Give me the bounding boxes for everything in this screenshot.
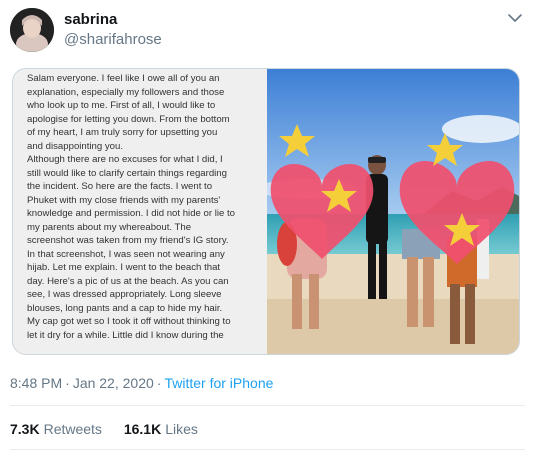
statement-line: knowledge and permission. I did not hide… (27, 208, 235, 219)
statement-line: let it dry for a while. Little did I kno… (27, 329, 224, 341)
statement-line: apologise for letting you down. From the… (27, 113, 230, 125)
statement-line: my parents about my whereabout. The (27, 221, 192, 233)
statement-line: My cap got wet so I took it off without … (27, 316, 231, 327)
statement-line: Although there are no excuses for what I… (27, 154, 223, 165)
statement-line: who look up to me. First of all, I would… (27, 100, 216, 111)
statement-line: explanation, especially my followers and… (27, 86, 225, 98)
statement-line: hijab. Let me explain. I went to the bea… (27, 262, 221, 273)
divider (10, 449, 525, 450)
likes-label: Likes (165, 421, 198, 437)
statement-line: the incident. So here are the facts. I w… (27, 181, 213, 192)
statement-line: see, I was dressed appropriately. Long s… (27, 289, 222, 300)
statement-line: and disappointing you. (27, 140, 124, 152)
retweets-count: 7.3K (10, 421, 40, 437)
likes-stat[interactable]: 16.1K Likes (124, 421, 198, 437)
chevron-down-icon[interactable] (505, 10, 525, 26)
tweet[interactable]: sabrina @sharifahrose Salam everyone. I … (0, 0, 535, 452)
statement-image: Salam everyone. I feel like I owe all of… (13, 69, 267, 354)
divider (10, 405, 525, 406)
statement-line: Phuket with my close friends with my par… (27, 194, 221, 206)
statement-line: In that screenshot, I was seen not weari… (27, 248, 225, 260)
tweet-client-link[interactable]: Twitter for iPhone (164, 375, 273, 391)
meta-separator: · (65, 375, 70, 391)
statement-line: still would like to clarify certain thin… (27, 167, 227, 179)
statement-line: day. Here's a pic of us at the beach. As… (27, 275, 229, 287)
tweet-media[interactable]: Salam everyone. I feel like I owe all of… (12, 68, 520, 355)
retweets-label: Retweets (43, 421, 102, 437)
user-handle[interactable]: @sharifahrose (64, 31, 162, 48)
likes-count: 16.1K (123, 421, 162, 437)
meta-separator: · (156, 375, 162, 391)
avatar[interactable] (10, 8, 54, 52)
tweet-time[interactable]: 8:48 PM (10, 375, 62, 391)
engagement-stats: 7.3K Retweets 16.1K Likes (10, 421, 216, 437)
statement-line: screenshot was taken from my friend's IG… (27, 235, 229, 246)
beach-photo (257, 69, 519, 354)
statement-line: blouses, long pants and a cap to hide my… (27, 302, 223, 314)
statement-line: Salam everyone. I feel like I owe all of… (27, 73, 220, 84)
tweet-metadata: 8:48 PM · Jan 22, 2020 · Twitter for iPhone (10, 375, 273, 391)
statement-line: of my heart, I am truly sorry for upsett… (27, 127, 218, 138)
retweets-stat[interactable]: 7.3K Retweets (10, 421, 102, 437)
user-display-name[interactable]: sabrina (64, 11, 117, 28)
tweet-date[interactable]: Jan 22, 2020 (73, 375, 154, 391)
